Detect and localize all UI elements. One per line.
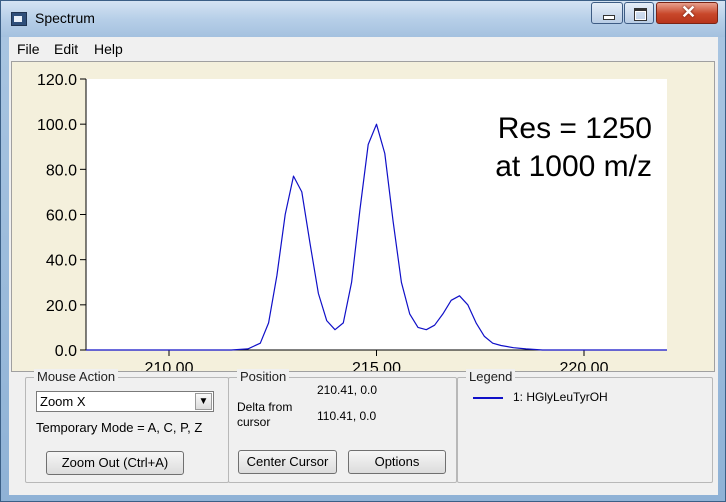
center-cursor-button[interactable]: Center Cursor — [238, 450, 337, 474]
legend-line-swatch — [473, 397, 503, 399]
y-tick-label: 20.0 — [46, 298, 77, 315]
y-tick-label: 100.0 — [37, 117, 77, 134]
close-icon: ✕ — [681, 2, 697, 22]
spectrum-plot[interactable]: 0.0 20.0 40.0 60.0 80.0 100.0 120.0 210.00 215.0… — [11, 61, 715, 372]
minimize-button[interactable] — [591, 2, 623, 24]
legend-title: Legend — [466, 369, 516, 384]
delta-value: 110.41, 0.0 — [317, 409, 377, 423]
window-title: Spectrum — [35, 10, 95, 26]
position-legend: Position — [237, 369, 290, 384]
menu-edit[interactable]: Edit — [54, 41, 78, 57]
mouse-action-legend: Mouse Action — [34, 369, 119, 384]
client-area: File Edit Help 0.0 20.0 40.0 60.0 80.0 100.0 1… — [9, 37, 718, 495]
position-value: 210.41, 0.0 — [317, 383, 378, 397]
spectrum-window: Spectrum ✕ File Edit Help 0.0 20.0 40.0 60.… — [0, 0, 726, 502]
y-tick-label: 60.0 — [46, 208, 77, 225]
menu-bar: File Edit Help — [9, 37, 718, 59]
y-tick-label: 40.0 — [46, 253, 77, 270]
legend-entry: 1: HGlyLeuTyrOH — [513, 390, 608, 404]
mouse-action-select[interactable]: Zoom X ▼ — [36, 391, 214, 412]
options-button[interactable]: Options — [348, 450, 446, 474]
mouse-action-value: Zoom X — [40, 394, 86, 409]
title-bar[interactable]: Spectrum ✕ — [1, 1, 725, 37]
x-tick-label: 220.00 — [560, 360, 609, 371]
x-tick-label: 210.00 — [145, 360, 194, 371]
x-tick-label: 215.00 — [352, 360, 401, 371]
y-tick-label: 80.0 — [46, 162, 77, 179]
y-tick-label: 120.0 — [37, 72, 77, 89]
dropdown-arrow-icon[interactable]: ▼ — [195, 393, 212, 410]
plot-canvas[interactable]: 0.0 20.0 40.0 60.0 80.0 100.0 120.0 210.00 215.0… — [12, 62, 714, 371]
resolution-line-1: Res = 1250 — [497, 112, 652, 145]
maximize-button[interactable] — [624, 2, 654, 24]
delta-label: Delta from cursor — [237, 400, 293, 429]
zoom-out-button[interactable]: Zoom Out (Ctrl+A) — [46, 451, 184, 475]
legend-group: Legend 1: HGlyLeuTyrOH — [457, 369, 713, 483]
resolution-line-2: at 1000 m/z — [495, 150, 652, 183]
mouse-action-group: Mouse Action Zoom X ▼ Temporary Mode = A… — [25, 369, 229, 483]
minimize-icon — [603, 15, 615, 20]
menu-help[interactable]: Help — [94, 41, 123, 57]
temporary-mode-label: Temporary Mode = A, C, P, Z — [36, 420, 203, 435]
position-group: Position 210.41, 0.0 Delta from cursor 1… — [228, 369, 457, 483]
app-icon — [11, 12, 27, 26]
y-tick-label: 0.0 — [55, 343, 77, 360]
menu-file[interactable]: File — [17, 41, 40, 57]
close-button[interactable]: ✕ — [656, 2, 718, 24]
resolution-annotation: Res = 1250 at 1000 m/z — [472, 110, 652, 186]
maximize-icon — [634, 8, 647, 21]
